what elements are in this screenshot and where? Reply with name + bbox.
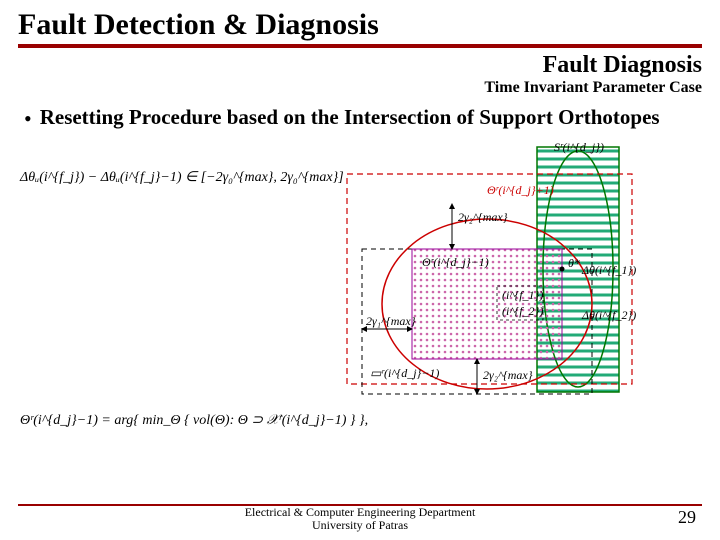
orthotope-diagram: Sʳ(i^{d_j}) Θʳ(i^{d_j}+1) Θʳ(i^{d_j}−1) … <box>262 139 662 419</box>
diagram-area: Δθᵤ(i^{f_j}) − Δθᵤ(i^{f_j}−1) ∈ [−2γ₀^{m… <box>18 139 702 429</box>
label-theta-star: θ* <box>568 256 580 270</box>
label-square-r: ▭ʳ(i^{d_j}−1) <box>370 366 439 380</box>
label-2g2b: 2γ₂^{max} <box>483 368 533 382</box>
label-theta-minus: Θʳ(i^{d_j}−1) <box>422 255 489 269</box>
footer-line2: University of Patras <box>245 519 476 532</box>
bullet-dot-icon: • <box>24 105 32 133</box>
label-dtheta-f2: Δθ(i^{f_2}) <box>581 308 636 322</box>
footer-divider <box>18 504 702 506</box>
slide-subsubtitle: Time Invariant Parameter Case <box>18 79 702 97</box>
point-theta-star <box>560 267 565 272</box>
slide-subtitle: Fault Diagnosis <box>18 52 702 79</box>
bullet-text: Resetting Procedure based on the Interse… <box>40 105 660 130</box>
footer: Electrical & Computer Engineering Depart… <box>0 506 720 532</box>
label-dtheta-f1: Δθ(i^{f_1}) <box>581 263 636 277</box>
label-if1: (i^{f_1}) <box>502 288 543 302</box>
page-number: 29 <box>678 507 696 528</box>
label-theta-plus: Θʳ(i^{d_j}+1) <box>487 183 554 197</box>
footer-line1: Electrical & Computer Engineering Depart… <box>245 506 476 519</box>
label-2g1: 2γ₁^{max} <box>366 314 416 328</box>
bullet-item: • Resetting Procedure based on the Inter… <box>18 103 702 137</box>
label-Sr: Sʳ(i^{d_j}) <box>554 140 604 154</box>
label-2g2a: 2γ₂^{max} <box>458 210 508 224</box>
slide-title: Fault Detection & Diagnosis <box>18 8 702 48</box>
label-if2: (i^{f_2}) <box>502 304 543 318</box>
